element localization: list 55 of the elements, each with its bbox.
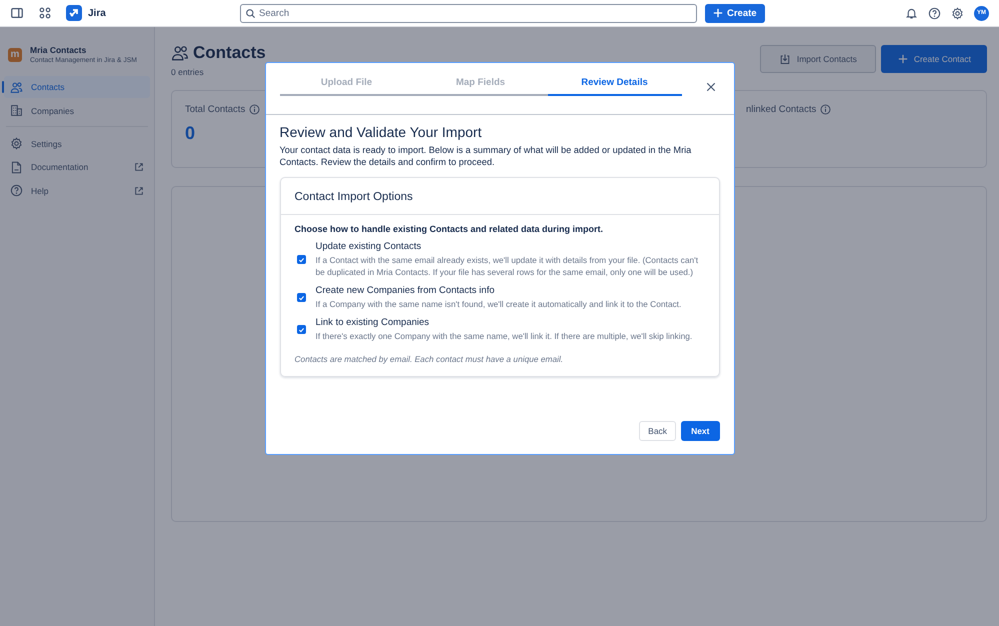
dialog-heading: Review and Validate Your Import (280, 124, 483, 140)
create-button[interactable]: Create (705, 4, 765, 22)
option-help-text: If a Contact with the same email already exists, we'll update it with details from your file. (Contacts can't be duplicated in Mria Contacts. If your file has several rows for the same email, only one will be used.) (316, 254, 700, 278)
info-icon (820, 104, 832, 115)
sidebar-toggle-icon[interactable] (10, 6, 24, 20)
stat-value: 0 (185, 123, 196, 144)
page-title: Contacts (193, 43, 266, 63)
options-note: Contacts are matched by email. Each contact must have a unique email. (294, 354, 564, 364)
sidebar-item[interactable]: Contacts (4, 76, 150, 98)
people-icon (10, 80, 23, 94)
sidebar-item[interactable]: Companies (4, 100, 150, 122)
jira-logo-icon[interactable] (66, 5, 82, 21)
notifications-icon[interactable] (905, 6, 918, 20)
app-switcher-icon[interactable] (38, 6, 52, 20)
help-icon (10, 184, 23, 197)
back-button[interactable]: Back (639, 421, 676, 441)
option-label: Update existing Contacts (316, 241, 422, 252)
settings-icon (10, 137, 23, 150)
entry-count: 0 entries (171, 67, 205, 77)
import-contacts-button[interactable]: Import Contacts (760, 45, 876, 73)
import-icon (778, 53, 791, 65)
stat-label: Total Contacts (185, 104, 246, 115)
search-field[interactable]: Search (240, 4, 697, 22)
app-logo: m (8, 48, 22, 62)
close-icon[interactable] (706, 82, 716, 92)
sidebar-item[interactable]: Help (4, 180, 150, 202)
step-tab[interactable]: Review Details (548, 77, 682, 96)
next-button[interactable]: Next (681, 421, 720, 441)
app-name: Mria Contacts (30, 45, 88, 55)
options-instruction: Choose how to handle existing Contacts and related data during import. (294, 224, 604, 234)
step-tab[interactable]: Upload File (280, 77, 414, 96)
settings-icon[interactable] (951, 6, 964, 20)
options-card-title: Contact Import Options (294, 191, 413, 203)
stat-label: nlinked Contacts (746, 104, 816, 115)
building-icon (10, 104, 23, 117)
sidebar-item[interactable]: Documentation (4, 156, 150, 178)
checkbox[interactable] (296, 293, 306, 302)
search-icon (245, 8, 256, 18)
people-icon (171, 44, 189, 62)
step-tab[interactable]: Map Fields (414, 77, 548, 96)
dialog-description: Your contact data is ready to import. Below is a summary of what will be added or updated in the Mria Contacts. Review the details and confirm to proceed. (280, 145, 692, 168)
option-help-text: If there's exactly one Company with the same name, we'll link it. If there are multiple, we'll skip linking. (316, 330, 692, 342)
checkbox[interactable] (296, 255, 306, 264)
info-icon (249, 104, 260, 115)
checkbox[interactable] (296, 325, 306, 334)
help-icon[interactable] (928, 6, 941, 20)
create-contact-button[interactable]: Create Contact (880, 45, 987, 73)
option-help-text: If a Company with the same name isn't found, we'll create it automatically and link it to the Contact. (316, 298, 682, 310)
option-label: Create new Companies from Contacts info (316, 285, 496, 296)
option-label: Link to existing Companies (316, 317, 430, 328)
plus-icon (898, 54, 908, 64)
document-icon (10, 160, 23, 174)
product-name[interactable]: Jira (88, 8, 106, 18)
plus-icon (713, 8, 723, 18)
sidebar-item[interactable]: Settings (4, 132, 150, 154)
